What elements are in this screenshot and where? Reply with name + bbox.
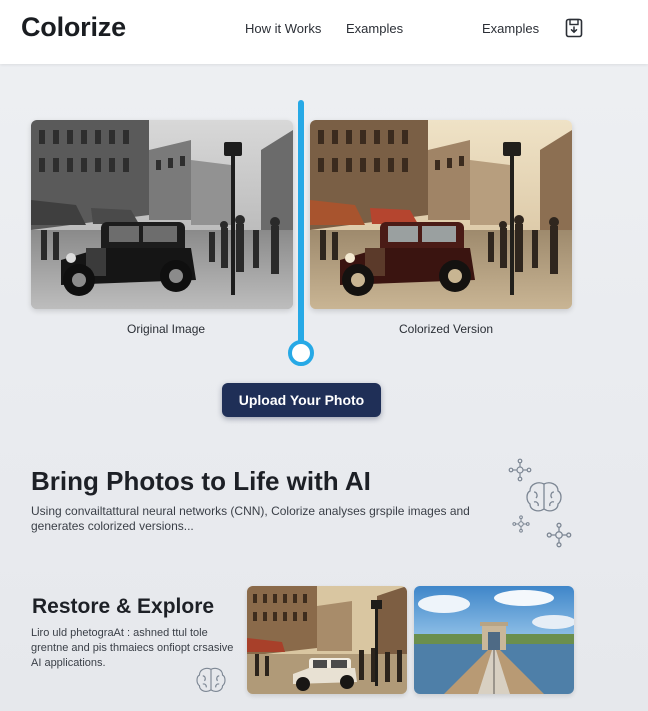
intro-description: Using convailtattural neural networks (C…: [31, 504, 470, 533]
save-icon[interactable]: [565, 18, 583, 38]
nav-examples[interactable]: Examples: [346, 21, 403, 36]
network-icon: [512, 515, 530, 533]
brain-icon: [196, 667, 226, 692]
app-logo[interactable]: Colorize: [21, 12, 126, 43]
restore-title: Restore & Explore: [32, 595, 215, 618]
comparison-slider-track[interactable]: [298, 100, 304, 344]
original-caption: Original Image: [127, 322, 206, 336]
colorized-image: [310, 120, 572, 309]
comparison-slider-handle[interactable]: [288, 340, 314, 366]
intro-title: Bring Photos to Life with AI: [31, 466, 371, 496]
original-image: [31, 120, 293, 309]
nav-how-it-works[interactable]: How it Works: [245, 21, 321, 36]
brain-icon: [526, 482, 562, 512]
example-thumbnail-bridge[interactable]: [414, 586, 574, 694]
colorized-caption: Colorized Version: [399, 322, 494, 336]
upload-photo-button[interactable]: Upload Your Photo: [222, 383, 381, 417]
example-thumbnail-street[interactable]: [247, 586, 407, 694]
network-icon: [508, 458, 532, 482]
network-icon: [546, 522, 572, 548]
top-header: Colorize How it Works Examples Examples: [0, 0, 648, 64]
restore-description: Liro uld phetograAt : ashned ttul tole g…: [31, 627, 234, 669]
nav-examples-secondary[interactable]: Examples: [482, 21, 539, 36]
